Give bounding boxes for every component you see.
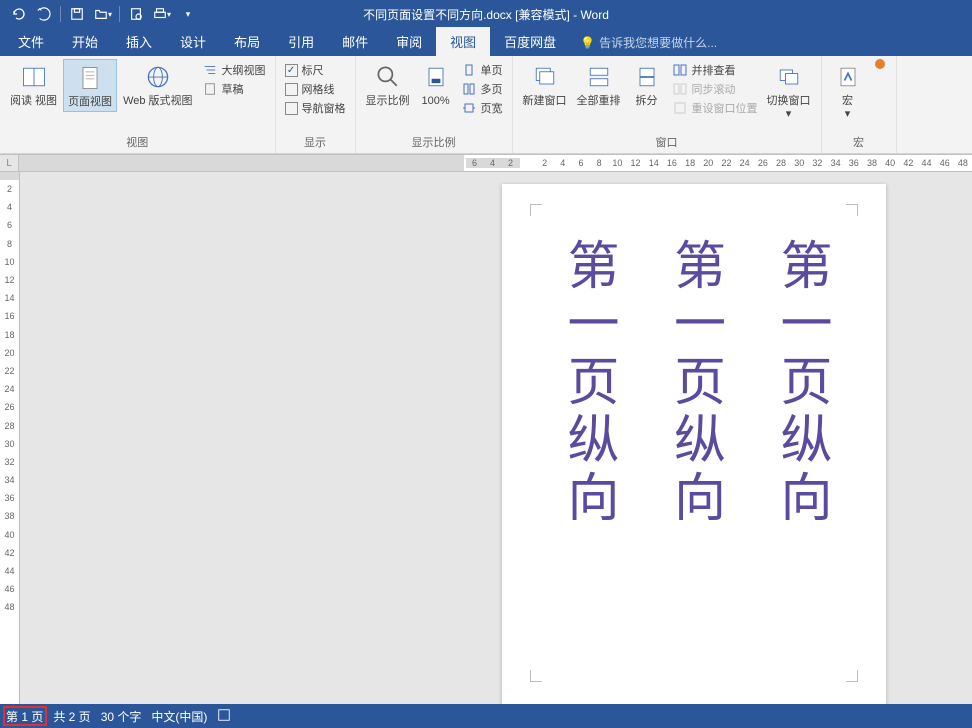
new-window-icon	[529, 61, 561, 93]
ruler-corner: L	[0, 155, 19, 171]
print-button[interactable]: ▾	[150, 2, 174, 26]
view-side-by-side-button[interactable]: 并排查看	[669, 61, 761, 79]
checkbox-icon	[285, 83, 298, 96]
window-title: 不同页面设置不同方向.docx [兼容模式] - Word	[200, 6, 772, 23]
outline-icon	[202, 62, 218, 78]
tab-layout[interactable]: 布局	[220, 27, 274, 56]
crop-mark-icon	[530, 204, 542, 216]
tab-file[interactable]: 文件	[4, 27, 58, 56]
read-mode-button[interactable]: 阅读 视图	[6, 59, 61, 110]
status-pages[interactable]: 共 2 页	[53, 708, 90, 725]
open-button[interactable]: ▾	[91, 2, 115, 26]
arrange-all-button[interactable]: 全部重排	[573, 59, 625, 110]
tab-mail[interactable]: 邮件	[328, 27, 382, 56]
split-button[interactable]: 拆分	[627, 59, 667, 110]
zoom-100-icon	[420, 61, 452, 93]
side-by-side-icon	[672, 62, 688, 78]
group-show: ✓标尺 网格线 导航窗格 显示	[276, 56, 356, 153]
status-language[interactable]: 中文(中国)	[151, 708, 207, 725]
crop-mark-icon	[530, 670, 542, 682]
page-view-icon	[74, 62, 106, 94]
reset-window-button: 重设窗口位置	[669, 99, 761, 117]
group-window: 新建窗口 全部重排 拆分 并排查看 同步滚动 重设窗口位置 切换窗口▾ 窗口	[513, 56, 822, 153]
tab-review[interactable]: 审阅	[382, 27, 436, 56]
web-layout-button[interactable]: Web 版式视图	[119, 59, 196, 110]
tab-design[interactable]: 设计	[166, 27, 220, 56]
multi-page-button[interactable]: 多页	[458, 80, 506, 98]
tab-insert[interactable]: 插入	[112, 27, 166, 56]
page-1[interactable]: 第一页纵向 第一页纵向 第一页纵向	[502, 184, 886, 710]
one-page-icon	[461, 62, 477, 78]
sync-scroll-button: 同步滚动	[669, 80, 761, 98]
quick-access-toolbar: ▾ ▾ ▾	[0, 2, 200, 26]
document-workarea: 2468101214161820222426283032343638404244…	[0, 172, 972, 724]
document-text[interactable]: 第一页纵向 第一页纵向 第一页纵向	[550, 238, 838, 528]
checkbox-icon	[285, 102, 298, 115]
group-views: 阅读 视图 页面视图 Web 版式视图 大纲视图 草稿 视图	[0, 56, 276, 153]
ribbon-tabs: 文件 开始 插入 设计 布局 引用 邮件 审阅 视图 百度网盘 💡 告诉我您想要…	[0, 28, 972, 56]
print-preview-button[interactable]	[124, 2, 148, 26]
tab-baidu[interactable]: 百度网盘	[490, 27, 570, 56]
switch-windows-icon	[773, 61, 805, 93]
page-width-button[interactable]: 页宽	[458, 99, 506, 117]
status-page[interactable]: 第 1 页	[6, 708, 43, 725]
group-zoom: 显示比例 100% 单页 多页 页宽 显示比例	[356, 56, 513, 153]
reset-window-icon	[672, 100, 688, 116]
multi-page-icon	[461, 81, 477, 97]
tell-me-search[interactable]: 💡 告诉我您想要做什么...	[570, 29, 727, 56]
split-icon	[631, 61, 663, 93]
macros-button[interactable]: 宏▾	[828, 59, 868, 123]
status-word-count[interactable]: 30 个字	[101, 708, 142, 725]
zoom-100-button[interactable]: 100%	[416, 59, 456, 110]
crop-mark-icon	[846, 204, 858, 216]
draft-view-button[interactable]: 草稿	[199, 80, 269, 98]
lightbulb-icon: 💡	[580, 36, 595, 50]
outline-view-button[interactable]: 大纲视图	[199, 61, 269, 79]
checkbox-checked-icon: ✓	[285, 64, 298, 77]
page-width-icon	[461, 100, 477, 116]
redo-button[interactable]	[32, 2, 56, 26]
switch-windows-button[interactable]: 切换窗口▾	[763, 59, 815, 123]
tab-view[interactable]: 视图	[436, 27, 490, 56]
draft-icon	[202, 81, 218, 97]
tab-references[interactable]: 引用	[274, 27, 328, 56]
read-mode-icon	[18, 61, 50, 93]
one-page-button[interactable]: 单页	[458, 61, 506, 79]
crop-mark-icon	[846, 670, 858, 682]
status-bar: 第 1 页 共 2 页 30 个字 中文(中国)	[0, 704, 972, 728]
tab-home[interactable]: 开始	[58, 27, 112, 56]
ribbon: 阅读 视图 页面视图 Web 版式视图 大纲视图 草稿 视图 ✓标尺 网格线 导…	[0, 56, 972, 154]
vertical-ruler[interactable]: 2468101214161820222426283032343638404244…	[0, 172, 20, 724]
undo-button[interactable]	[6, 2, 30, 26]
zoom-icon	[372, 61, 404, 93]
nav-pane-checkbox[interactable]: 导航窗格	[282, 99, 349, 117]
web-layout-icon	[142, 61, 174, 93]
gridlines-checkbox[interactable]: 网格线	[282, 80, 349, 98]
horizontal-ruler[interactable]: L 64224681012141618202224262830323436384…	[0, 154, 972, 172]
document-canvas[interactable]: 第一页纵向 第一页纵向 第一页纵向	[20, 172, 972, 724]
sync-scroll-icon	[672, 81, 688, 97]
group-macros: 宏▾ 宏	[822, 56, 897, 153]
macros-icon	[832, 61, 864, 93]
arrange-all-icon	[583, 61, 615, 93]
ruler-checkbox[interactable]: ✓标尺	[282, 61, 349, 79]
qat-customize[interactable]: ▾	[176, 2, 200, 26]
title-bar: ▾ ▾ ▾ 不同页面设置不同方向.docx [兼容模式] - Word	[0, 0, 972, 28]
page-view-button[interactable]: 页面视图	[63, 59, 117, 112]
save-button[interactable]	[65, 2, 89, 26]
new-window-button[interactable]: 新建窗口	[519, 59, 571, 110]
zoom-button[interactable]: 显示比例	[362, 59, 414, 110]
status-macro-icon[interactable]	[217, 708, 231, 725]
record-macro-icon[interactable]	[875, 59, 885, 69]
